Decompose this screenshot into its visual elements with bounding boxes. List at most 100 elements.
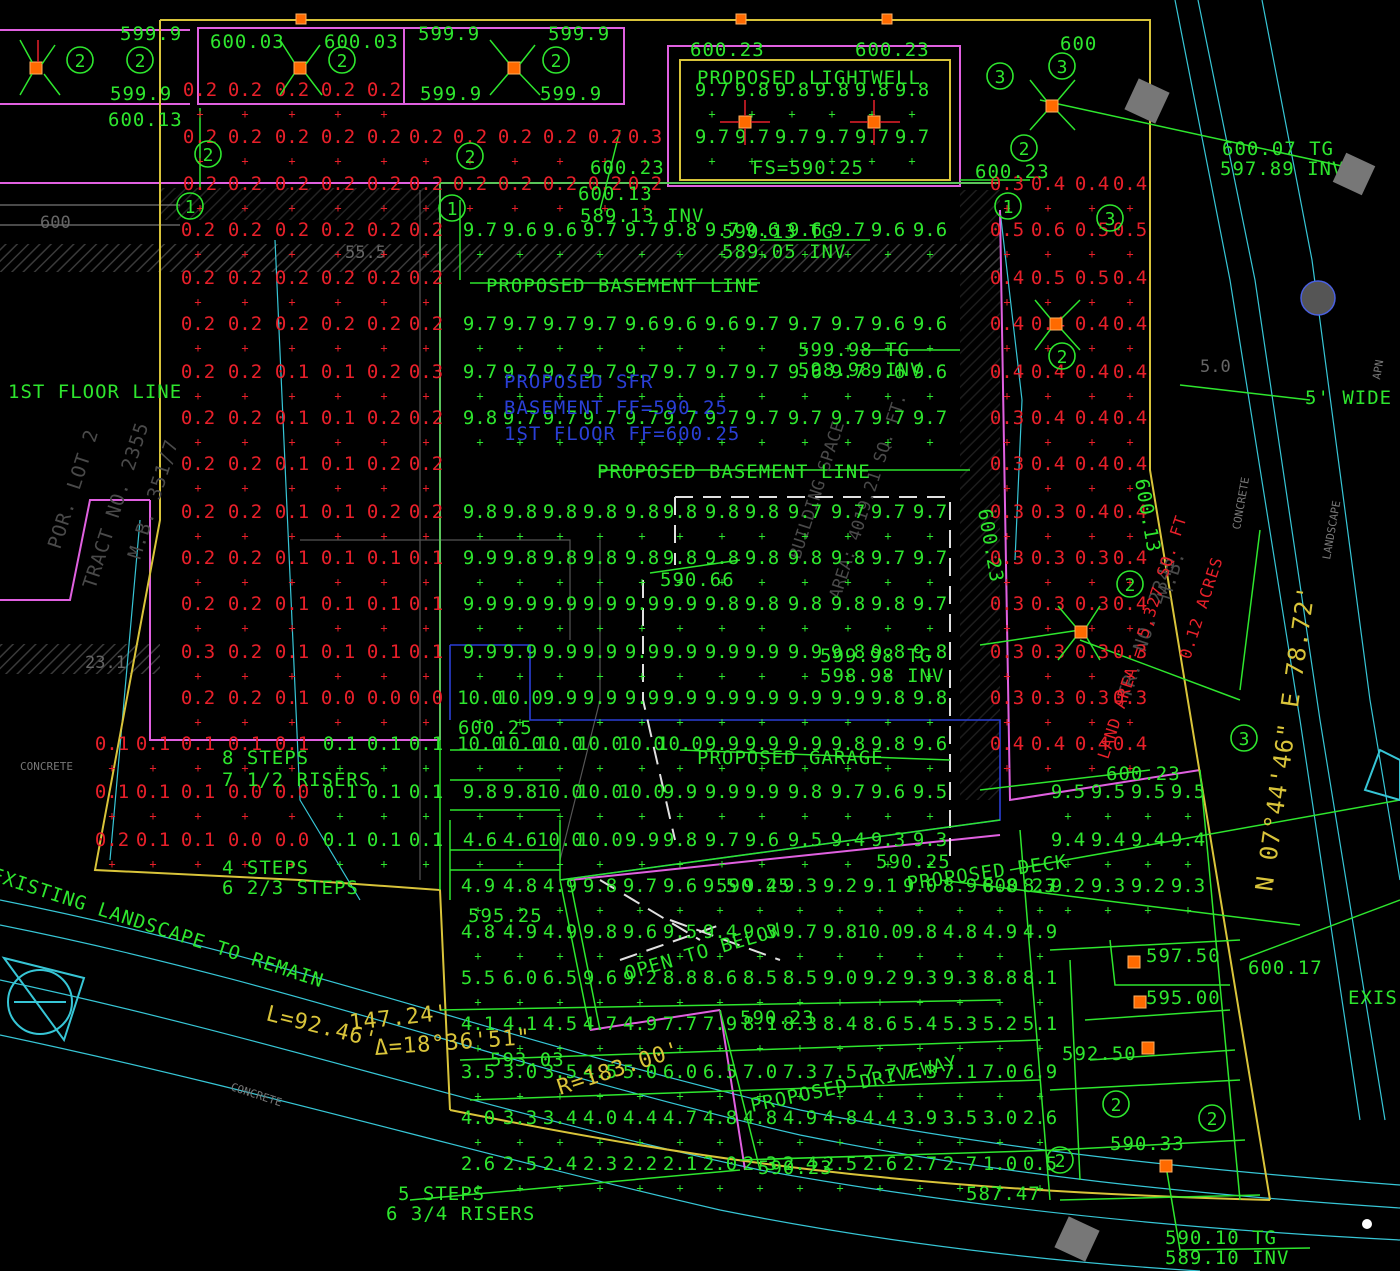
grey-5: 5.0 bbox=[1200, 357, 1231, 377]
spot-grade-marker: + bbox=[676, 529, 683, 543]
spot-grade-marker: + bbox=[241, 154, 248, 168]
spot-grade-right_red-11-2: 0.3 bbox=[1075, 687, 1109, 709]
spot-grade-drive_green-3-10: 8.6 bbox=[863, 1013, 897, 1035]
spot-grade-marker: + bbox=[476, 857, 483, 871]
spot-grade-marker: + bbox=[241, 247, 248, 261]
spot-grade-center_green-1-0: 9.7 bbox=[463, 313, 497, 335]
spot-grade-drive_green-1-13: 4.9 bbox=[983, 921, 1017, 943]
spot-grade-center_green-4-3: 9.8 bbox=[583, 501, 617, 523]
spot-grade-marker: + bbox=[596, 621, 603, 635]
spot-grade-marker: + bbox=[1088, 761, 1095, 775]
drain-inlet bbox=[29, 61, 43, 75]
spot-grade-marker: + bbox=[801, 621, 808, 635]
spot-grade-marker: + bbox=[516, 1135, 523, 1149]
spot-grade-marker: + bbox=[916, 1089, 923, 1103]
spot-grade-marker: + bbox=[876, 1041, 883, 1055]
spot-grade-marker: + bbox=[636, 1089, 643, 1103]
spot-grade-center_green-4-9: 9.7 bbox=[831, 501, 865, 523]
spot-grade-center_green-9-2: 10.0 bbox=[537, 733, 583, 755]
spot-grade-center_green-4-1: 9.8 bbox=[503, 501, 537, 523]
spot-grade-center_green-3-10: 9.7 bbox=[871, 407, 905, 429]
spot-grade-drive_green-5-10: 4.4 bbox=[863, 1107, 897, 1129]
spot-grade-marker: + bbox=[194, 295, 201, 309]
spot-grade-marker: + bbox=[756, 1135, 763, 1149]
spot-grade-right_red-8-1: 0.3 bbox=[1031, 547, 1065, 569]
spot-grade-center_green-10-0: 9.8 bbox=[463, 781, 497, 803]
callout-number: 2 bbox=[1207, 1109, 1218, 1130]
elev-599-98-tg-b: 599.98 TG bbox=[820, 645, 932, 667]
spot-grade-marker: + bbox=[1064, 809, 1071, 823]
spot-grade-marker: + bbox=[288, 107, 295, 121]
spot-grade-center_green-11-5: 9.8 bbox=[663, 829, 697, 851]
spot-grade-marker: + bbox=[596, 669, 603, 683]
spot-grade-drive_green-6-14: 0.5 bbox=[1023, 1153, 1057, 1175]
steps-c-label-1: 5 STEPS bbox=[398, 1183, 485, 1205]
spot-grade-drive_green-2-12: 9.3 bbox=[943, 967, 977, 989]
spot-grade-marker: + bbox=[556, 529, 563, 543]
spot-grade-top_red-1-1: 0.2 bbox=[453, 173, 487, 195]
spot-grade-marker: + bbox=[926, 389, 933, 403]
spot-grade-center_green-8-0: 10.0 bbox=[457, 687, 503, 709]
spot-grade-marker: + bbox=[844, 529, 851, 543]
spot-grade-marker: + bbox=[380, 481, 387, 495]
spot-grade-drive_green-5-9: 4.8 bbox=[823, 1107, 857, 1129]
spot-grade-left_red-1-3: 0.2 bbox=[321, 267, 355, 289]
steps-b-label-2: 6 2/3 STEPS bbox=[222, 877, 359, 899]
spot-grade-marker: + bbox=[336, 809, 343, 823]
spot-grade-center_green-4-4: 9.8 bbox=[625, 501, 659, 523]
elev-600-07-tg: 600.07 TG bbox=[1222, 138, 1334, 160]
elev-589-05-inv: 589.05 INV bbox=[722, 241, 846, 263]
spot-grade-marker: + bbox=[676, 1181, 683, 1195]
spot-grade-marker: + bbox=[474, 1135, 481, 1149]
spot-grade-marker: + bbox=[718, 529, 725, 543]
spot-grade-right_bottom_green-1-0: 9.4 bbox=[1051, 829, 1085, 851]
spot-grade-marker: + bbox=[788, 107, 795, 121]
spot-grade-marker: + bbox=[334, 669, 341, 683]
spot-grade-marker: + bbox=[422, 529, 429, 543]
spot-grade-marker: + bbox=[380, 809, 387, 823]
spot-grade-left_red-3-3: 0.1 bbox=[321, 361, 355, 383]
spot-grade-center_green-11-9: 9.4 bbox=[831, 829, 865, 851]
spot-grade-marker: + bbox=[884, 761, 891, 775]
site-grading-plan[interactable]: BUILDING SPACE AREA: 4019.21 SQ. FT. POR… bbox=[0, 0, 1400, 1271]
spot-grade-top_red-1-2: 0.2 bbox=[498, 173, 532, 195]
spot-grade-center_green-4-2: 9.8 bbox=[543, 501, 577, 523]
concrete-label-1: CONCRETE bbox=[20, 760, 73, 773]
spot-grade-center_green-0-10: 9.6 bbox=[871, 219, 905, 241]
spot-grade-marker: + bbox=[676, 857, 683, 871]
manhole-symbol bbox=[1300, 280, 1336, 316]
spot-grade-marker: + bbox=[718, 857, 725, 871]
spot-grade-marker: + bbox=[476, 389, 483, 403]
spot-grade-marker: + bbox=[1044, 481, 1051, 495]
spot-grade-marker: + bbox=[1104, 903, 1111, 917]
spot-grade-marker: + bbox=[844, 621, 851, 635]
spot-grade-drive_green-2-11: 9.3 bbox=[903, 967, 937, 989]
spot-grade-drive_green-1-3: 9.8 bbox=[583, 921, 617, 943]
spot-grade-center_green-1-11: 9.6 bbox=[913, 313, 947, 335]
spot-grade-marker: + bbox=[516, 621, 523, 635]
callout-number: 2 bbox=[1057, 347, 1068, 368]
spot-grade-marker: + bbox=[926, 761, 933, 775]
spot-grade-right_red-7-2: 0.4 bbox=[1075, 501, 1109, 523]
spot-grade-marker: + bbox=[1184, 809, 1191, 823]
spot-grade-center_green-10-11: 9.5 bbox=[913, 781, 947, 803]
spot-grade-right_red-2-3: 0.4 bbox=[1113, 267, 1147, 289]
spot-grade-marker: + bbox=[636, 1181, 643, 1195]
spot-grade-marker: + bbox=[596, 575, 603, 589]
spot-grade-top_left_red-0-2: 0.2 bbox=[275, 79, 309, 101]
spot-grade-center_green-10-6: 9.9 bbox=[705, 781, 739, 803]
spot-grade-marker: + bbox=[676, 809, 683, 823]
spot-grade-center_green-3-9: 9.7 bbox=[831, 407, 865, 429]
spot-grade-top_left_red-0-3: 0.2 bbox=[321, 79, 355, 101]
spot-grade-marker: + bbox=[334, 201, 341, 215]
elev-599-9-b: 599.9 bbox=[418, 23, 480, 45]
spot-grade-left_red-4-3: 0.1 bbox=[321, 407, 355, 429]
spot-grade-left_red-5-1: 0.2 bbox=[228, 453, 262, 475]
spot-grade-right_bottom_green-1-2: 9.4 bbox=[1131, 829, 1165, 851]
spot-grade-drive_green-1-9: 9.8 bbox=[823, 921, 857, 943]
spot-grade-center_green-0-11: 9.6 bbox=[913, 219, 947, 241]
spot-grade-drive_green-6-13: 1.0 bbox=[983, 1153, 1017, 1175]
spot-grade-marker: + bbox=[288, 389, 295, 403]
spot-grade-marker: + bbox=[926, 809, 933, 823]
spot-grade-drive_green-5-14: 2.6 bbox=[1023, 1107, 1057, 1129]
